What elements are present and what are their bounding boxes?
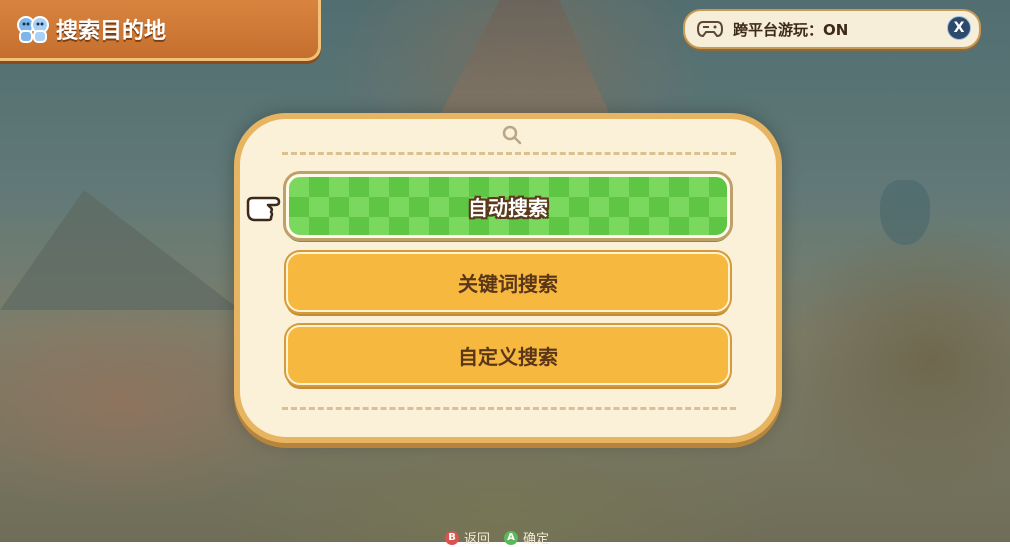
pointer-hand-icon (246, 196, 281, 222)
x-button-icon[interactable]: X (947, 16, 971, 40)
auto-search-label: 自动搜索 (468, 195, 548, 220)
auto-search-button[interactable]: 自动搜索 (286, 174, 730, 238)
search-destination-dialog: 自动搜索 关键词搜索 自定义搜索 (234, 113, 782, 443)
divider-bottom (282, 407, 736, 410)
custom-search-button[interactable]: 自定义搜索 (286, 325, 730, 385)
keyword-search-label: 关键词搜索 (458, 271, 558, 296)
back-hint[interactable]: B 返回 (445, 528, 490, 547)
confirm-label: 确定 (523, 532, 550, 547)
button-hints: B 返回 A 确定 (445, 528, 549, 547)
crossplay-status[interactable]: 跨平台游玩：ON X (683, 9, 981, 49)
divider-top (282, 152, 736, 155)
pets-icon (17, 16, 49, 43)
keyword-search-button[interactable]: 关键词搜索 (286, 252, 730, 312)
search-icon (502, 125, 522, 145)
custom-search-label: 自定义搜索 (458, 344, 558, 369)
crossplay-label: 跨平台游玩：ON (733, 21, 849, 39)
a-button-icon: A (504, 530, 519, 545)
title-banner: 搜索目的地 (0, 0, 321, 61)
b-button-icon: B (445, 530, 459, 545)
page-title: 搜索目的地 (56, 19, 167, 44)
controller-icon (697, 21, 723, 38)
confirm-hint[interactable]: A 确定 (504, 528, 549, 547)
background-floating-island (880, 180, 930, 245)
back-label: 返回 (464, 532, 491, 547)
